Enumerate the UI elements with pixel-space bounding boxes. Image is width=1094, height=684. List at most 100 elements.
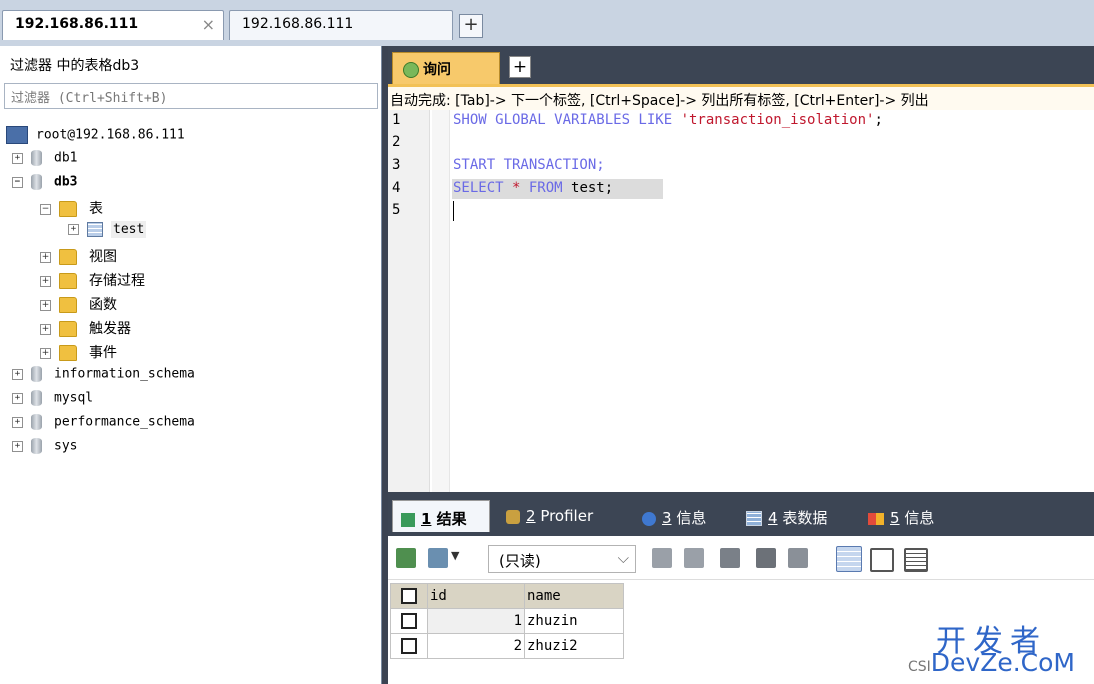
connection-tab-label: 192.168.86.111 [15,16,139,32]
expand-icon[interactable]: + [12,440,23,452]
query-icon [403,62,419,78]
database-icon [31,150,42,166]
info-icon [642,511,656,526]
expand-icon[interactable]: + [12,392,23,404]
database-icon [31,366,42,382]
tab-messages[interactable]: 3 信息 [634,500,734,532]
connection-tab-label: 192.168.86.111 [242,16,354,32]
tab-table-data[interactable]: 4 表数据 [738,500,856,532]
line-number: 5 [392,202,401,218]
expand-icon[interactable]: + [12,368,23,380]
add-query-tab-button[interactable]: + [509,56,531,78]
collapse-icon[interactable]: − [12,176,23,188]
grid-view-icon[interactable] [836,546,862,572]
tree-item-triggers[interactable]: + 触发器 [40,318,131,340]
results-icon [401,512,415,527]
tree-item-views[interactable]: + 视图 [40,246,117,268]
tab-info[interactable]: 5 信息 [860,500,960,532]
tree-item-mysql[interactable]: + mysql [12,390,93,412]
cancel-icon[interactable] [788,548,808,568]
result-grid: id name 1 zhuzin 2 zhuzi2 [390,583,624,659]
expand-icon[interactable]: + [12,416,23,428]
row-checkbox-cell[interactable] [390,608,428,634]
chevron-down-icon[interactable]: ▼ [451,549,459,562]
tab-query[interactable]: 询问 [392,52,500,84]
row-checkbox-cell[interactable] [390,633,428,659]
expand-icon[interactable]: + [40,275,51,287]
expand-icon[interactable]: + [40,347,51,359]
filter-title: 过滤器 中的表格db3 [10,58,140,74]
expand-icon[interactable]: + [68,224,79,235]
tree-item-table-test[interactable]: + test [68,221,147,244]
column-header-id[interactable]: id [427,583,525,609]
column-header-name[interactable]: name [524,583,624,609]
filter-input[interactable]: 过滤器 (Ctrl+Shift+B) [4,83,378,109]
tab-profiler[interactable]: 2 Profiler [498,500,628,532]
expand-icon[interactable]: + [12,152,23,164]
code-line-1[interactable]: SHOW GLOBAL VARIABLES LIKE 'transaction_… [453,112,883,128]
mode-select[interactable]: (只读) ⌵ [488,545,636,573]
database-icon [31,390,42,406]
save-icon[interactable] [720,548,740,568]
folder-icon [59,345,77,361]
folder-icon [59,297,77,313]
line-number: 1 [392,112,401,128]
delete-icon[interactable] [756,548,776,568]
code-line-4[interactable]: SELECT * FROM test; [453,180,613,196]
folder-icon [59,201,77,217]
tree-item-db1[interactable]: + db1 [12,150,77,172]
add-connection-button[interactable]: + [459,14,483,38]
cell-id[interactable]: 1 [427,608,525,634]
text-caret [453,201,454,221]
table-row[interactable]: 1 zhuzin [390,608,624,634]
tree-item-procedures[interactable]: + 存储过程 [40,270,145,292]
expand-icon[interactable]: + [40,299,51,311]
database-icon [31,414,42,430]
tree-item-sys[interactable]: + sys [12,438,77,460]
database-icon [31,174,42,190]
form-view-icon[interactable] [870,548,894,572]
cell-id[interactable]: 2 [427,633,525,659]
tree-item-db3[interactable]: − db3 [12,174,77,196]
line-number: 4 [392,180,401,196]
info-blocks-icon [868,512,884,525]
tab-results[interactable]: 1 结果 [392,500,490,532]
tree-item-performance-schema[interactable]: + performance_schema [12,414,195,436]
import-icon[interactable] [428,548,448,568]
table-row[interactable]: 2 zhuzi2 [390,633,624,659]
checkbox[interactable] [401,613,417,629]
tree-item-events[interactable]: + 事件 [40,342,117,364]
checkbox[interactable] [401,638,417,654]
table-data-icon [746,511,762,526]
profiler-icon [506,509,520,524]
duplicate-row-icon[interactable] [684,548,704,568]
export-icon[interactable] [396,548,416,568]
line-number: 2 [392,134,401,150]
folder-icon [59,321,77,337]
tree-item-functions[interactable]: + 函数 [40,294,117,316]
expand-icon[interactable]: + [40,323,51,335]
collapse-icon[interactable]: − [40,203,51,215]
add-row-icon[interactable] [652,548,672,568]
tree-item-information-schema[interactable]: + information_schema [12,366,195,388]
code-line-3[interactable]: START TRANSACTION; [453,157,605,173]
connection-tab-active[interactable]: 192.168.86.111 × [2,10,224,40]
database-icon [31,438,42,454]
watermark-logo-bottom: CSIDevZe.CoM [908,648,1075,677]
grid-header-row: id name [390,583,624,609]
tree-root-connection[interactable]: root@192.168.86.111 [6,126,185,148]
cell-name[interactable]: zhuzi2 [524,633,624,659]
server-icon [6,126,28,144]
cell-name[interactable]: zhuzin [524,608,624,634]
expand-icon[interactable]: + [40,251,51,263]
folder-icon [59,273,77,289]
checkbox[interactable] [401,588,417,604]
close-icon[interactable]: × [202,15,215,34]
text-view-icon[interactable] [904,548,928,572]
line-number: 3 [392,157,401,173]
select-all-checkbox[interactable] [390,583,428,609]
connection-tab[interactable]: 192.168.86.111 [229,10,453,40]
fold-gutter [432,110,450,492]
tree-item-tables[interactable]: − 表 [40,198,103,220]
table-icon [87,222,103,237]
